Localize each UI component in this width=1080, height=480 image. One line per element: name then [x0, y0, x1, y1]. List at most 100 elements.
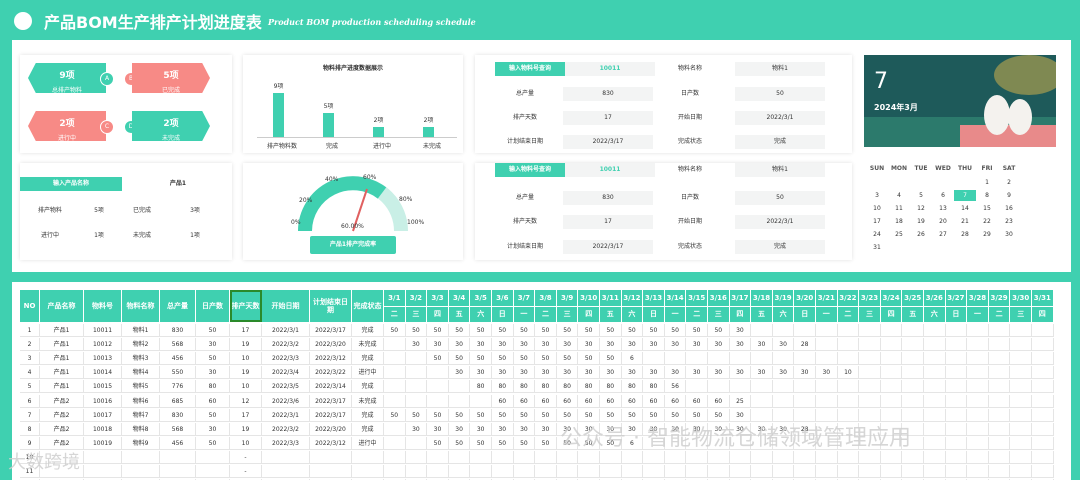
calendar-date[interactable]: 16: [998, 203, 1020, 214]
table-cell: 568: [160, 338, 196, 352]
material-lookup-card-1: 输入物料号查询 10011 物料名称 物料1 总产量 830 日产数 50 排产…: [475, 55, 852, 153]
weekday-header: 六: [924, 306, 946, 322]
watermark-left: 大数跨境: [8, 452, 80, 473]
calendar-date[interactable]: 25: [888, 229, 910, 240]
bar[interactable]: [273, 93, 284, 137]
table-cell: 19: [230, 338, 262, 352]
completion-rate-button[interactable]: 产品1排产完成率: [310, 236, 396, 254]
table-cell: 776: [160, 380, 196, 394]
calendar-date[interactable]: 5: [910, 190, 932, 201]
date-header: 3/31: [1032, 290, 1054, 306]
schedule-cell: [1032, 366, 1054, 380]
schedule-cell: [751, 380, 773, 394]
schedule-cell: [1032, 465, 1054, 478]
bar[interactable]: [323, 112, 334, 137]
calendar-date[interactable]: 23: [998, 216, 1020, 227]
weekday-header: 六: [772, 306, 795, 322]
calendar-date[interactable]: 30: [998, 229, 1020, 240]
schedule-cell: 50: [535, 352, 557, 366]
calendar-date[interactable]: 1: [976, 177, 998, 188]
calendar-date[interactable]: 24: [866, 229, 888, 240]
schedule-cell: [513, 465, 536, 478]
date-header: 3/16: [708, 290, 730, 306]
schedule-cell: 30: [470, 422, 492, 436]
calendar-date[interactable]: 4: [888, 190, 910, 201]
schedule-cell: [448, 465, 471, 478]
calendar-date[interactable]: 2: [998, 177, 1020, 188]
schedule-cell: [945, 465, 968, 478]
table-cell: [122, 465, 160, 478]
date-header: 3/25: [902, 290, 924, 306]
calendar-date[interactable]: 19: [910, 216, 932, 227]
bar[interactable]: [423, 127, 434, 137]
material-name-value: 物料1: [735, 163, 825, 177]
table-cell: [262, 450, 310, 464]
calendar-date[interactable]: 7: [954, 190, 976, 201]
calendar-date[interactable]: 17: [866, 216, 888, 227]
schedule-cell: 30: [772, 338, 795, 352]
schedule-cell: 50: [448, 352, 471, 366]
material-query-input[interactable]: 10011: [565, 62, 655, 76]
calendar-date[interactable]: 27: [932, 229, 954, 240]
schedule-cell: [405, 465, 428, 478]
schedule-cell: [492, 465, 514, 478]
gauge-tick: 80%: [399, 196, 413, 203]
date-header: 3/21: [816, 290, 838, 306]
calendar-date[interactable]: 22: [976, 216, 998, 227]
schedule-cell: 80: [470, 380, 492, 394]
table-cell: 物料2: [122, 338, 160, 352]
weekday-header: 五: [902, 306, 924, 322]
bar[interactable]: [373, 127, 384, 137]
calendar-date[interactable]: 20: [932, 216, 954, 227]
table-cell: [84, 450, 122, 464]
calendar-date[interactable]: 9: [998, 190, 1020, 201]
schedule-cell: [448, 450, 471, 464]
calendar-date[interactable]: 18: [888, 216, 910, 227]
bar-category-label: 进行中: [372, 143, 391, 150]
calendar-date[interactable]: 8: [976, 190, 998, 201]
stat-label: 已完成: [132, 207, 151, 214]
schedule-cell: [859, 380, 881, 394]
calendar-date[interactable]: 29: [976, 229, 998, 240]
table-cell: 物料4: [122, 366, 160, 380]
weekday-header: 日: [492, 306, 514, 322]
calendar-date[interactable]: 6: [932, 190, 954, 201]
calendar-date[interactable]: 14: [954, 203, 976, 214]
calendar-date[interactable]: 10: [866, 203, 888, 214]
schedule-cell: [859, 338, 881, 352]
schedule-cell: [988, 450, 1011, 464]
date-header: 3/30: [1010, 290, 1032, 306]
calendar-date[interactable]: 15: [976, 203, 998, 214]
calendar-date[interactable]: 13: [932, 203, 954, 214]
date-header: 3/14: [664, 290, 687, 306]
gauge-tick: 40%: [325, 176, 339, 183]
calendar-date[interactable]: 11: [888, 203, 910, 214]
table-cell: 物料1: [122, 324, 160, 337]
schedule-cell: [945, 352, 968, 366]
weekday-header: 五: [751, 306, 773, 322]
schedule-cell: [708, 352, 730, 366]
schedule-cell: 50: [384, 408, 406, 422]
schedule-cell: [880, 352, 903, 366]
calendar-date[interactable]: 31: [866, 242, 888, 253]
schedule-cell: 50: [535, 408, 557, 422]
schedule-cell: 30: [448, 338, 471, 352]
table-cell: 8: [20, 422, 40, 436]
table-header: NO: [20, 290, 40, 322]
schedule-cell: [1010, 450, 1032, 464]
table-cell: [352, 465, 384, 478]
table-cell: 50: [196, 408, 230, 422]
schedule-cell: 50: [470, 408, 492, 422]
material-query-input[interactable]: 10011: [565, 163, 655, 177]
calendar-date[interactable]: 28: [954, 229, 976, 240]
calendar-date[interactable]: 26: [910, 229, 932, 240]
calendar-date[interactable]: 12: [910, 203, 932, 214]
weekday-label: WED: [935, 165, 951, 172]
table-header: 产品名称: [40, 290, 84, 322]
product-name-input[interactable]: 产品1: [138, 177, 218, 191]
schedule-cell: 30: [664, 366, 687, 380]
calendar-date[interactable]: 21: [954, 216, 976, 227]
calendar-date[interactable]: 3: [866, 190, 888, 201]
schedule-cell: [945, 366, 968, 380]
schedule-cell: 50: [492, 324, 514, 337]
